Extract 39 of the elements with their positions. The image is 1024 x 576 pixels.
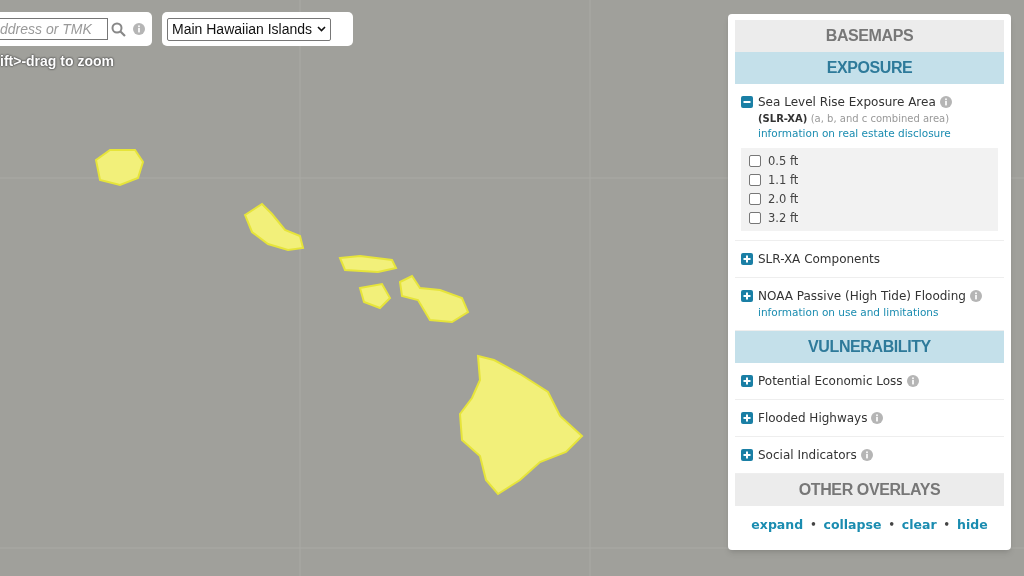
separator-dot: • [888,518,895,533]
checkbox[interactable] [749,192,761,205]
layer-name[interactable]: Potential Economic Loss [758,371,903,390]
checkbox[interactable] [749,154,761,167]
info-link[interactable]: information on real estate disclosure [758,126,952,142]
layer-name[interactable]: Sea Level Rise Exposure Area [758,93,936,111]
layer-name[interactable]: SLR-XA Components [758,249,881,268]
minus-icon[interactable] [741,96,753,108]
separator-dot: • [943,518,950,533]
section-header[interactable]: VULNERABILITY [735,330,1004,363]
option-label: 2.0 ft [768,190,799,207]
layer-name[interactable]: Social Indicators [758,445,857,464]
footer-link[interactable]: hide [957,515,988,535]
section-header[interactable]: BASEMAPS [735,20,1004,52]
plus-icon[interactable] [741,374,753,387]
layer-name[interactable]: Flooded Highways [758,408,868,427]
layer-subtitle: (SLR-XA) (a, b, and c combined area) [758,112,951,126]
footer-link[interactable]: clear [901,515,937,535]
zoom-hint: ift>-drag to zoom [0,52,114,71]
option-label: 3.2 ft [768,209,799,226]
info-link[interactable]: information on use and limitations [758,304,982,321]
search-icon[interactable] [111,21,126,37]
plus-icon[interactable] [741,411,753,424]
footer-link[interactable]: collapse [823,515,882,535]
section-header[interactable]: OTHER OVERLAYS [735,473,1004,506]
search-field[interactable]: ddress or TMK [0,18,108,40]
chevron-icon [317,26,327,32]
option-label: 1.1 ft [768,171,799,188]
region-select[interactable]: Main Hawaiian Islands [167,17,332,41]
layer-name[interactable]: NOAA Passive (High Tide) Flooding [758,286,966,305]
checkbox[interactable] [749,211,761,224]
option-label: 0.5 ft [768,152,799,169]
separator-dot: • [810,518,817,533]
checkbox[interactable] [749,173,761,186]
footer-link[interactable]: expand [751,515,804,535]
plus-icon[interactable] [741,289,753,302]
plus-icon[interactable] [741,252,753,265]
section-header[interactable]: EXPOSURE [735,52,1004,84]
plus-icon[interactable] [741,448,753,461]
